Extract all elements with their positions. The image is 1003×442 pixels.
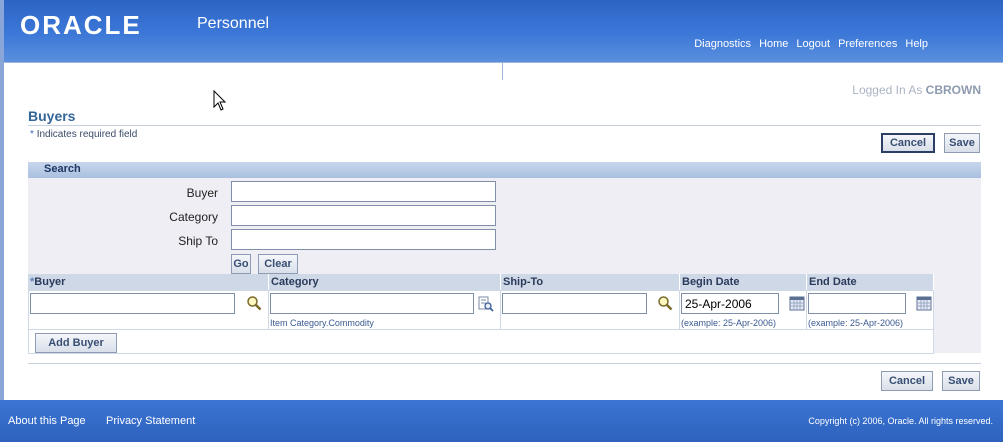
column-header-shipto: Ship-To	[501, 274, 680, 290]
required-star-icon: *	[30, 129, 34, 140]
app-title: Personnel	[197, 15, 270, 32]
copyright-text: Copyright (c) 2006, Oracle. All rights r…	[808, 416, 993, 426]
column-header-buyer: *Buyer	[28, 274, 269, 290]
clear-button[interactable]: Clear	[258, 254, 298, 274]
search-header: Search	[28, 162, 981, 178]
header-separator	[502, 62, 503, 80]
page-footer: About this Page Privacy Statement Copyri…	[0, 400, 1003, 442]
cancel-button-top[interactable]: Cancel	[881, 133, 935, 153]
column-header-begin-date: Begin Date	[680, 274, 807, 290]
end-date-hint: (example: 25-Apr-2006)	[808, 318, 904, 328]
cell-divider	[679, 290, 680, 330]
logged-in-status: Logged In As CBROWN	[852, 83, 981, 97]
buyer-row-input[interactable]	[30, 293, 235, 314]
search-heading: Search	[44, 163, 81, 175]
oracle-logo: ORACLE	[20, 10, 142, 40]
save-button-bottom[interactable]: Save	[942, 371, 980, 391]
buyer-search-icon[interactable]	[246, 295, 262, 311]
logged-in-label: Logged In As	[852, 83, 923, 97]
shipto-row-input[interactable]	[502, 293, 647, 314]
buyer-search-input[interactable]	[231, 181, 496, 202]
calendar-icon[interactable]	[916, 296, 932, 311]
page-title: Buyers	[28, 108, 76, 124]
link-help[interactable]: Help	[905, 38, 928, 50]
branding-header: ORACLE Personnel Diagnostics Home Logout…	[0, 0, 1003, 62]
shipto-search-label: Ship To	[178, 234, 218, 248]
category-search-input[interactable]	[231, 205, 496, 226]
link-home[interactable]: Home	[759, 38, 788, 50]
link-logout[interactable]: Logout	[796, 38, 830, 50]
begin-date-hint: (example: 25-Apr-2006)	[681, 318, 777, 328]
buyer-search-label: Buyer	[186, 186, 218, 200]
table-footer	[28, 330, 934, 354]
cancel-button-bottom[interactable]: Cancel	[881, 371, 933, 391]
category-hint: Item Category.Commodity	[270, 318, 374, 328]
column-header-end-date: End Date	[807, 274, 934, 290]
list-search-icon[interactable]	[478, 296, 494, 312]
logged-in-user: CBROWN	[925, 83, 981, 97]
category-search-label: Category	[169, 210, 218, 224]
title-divider	[28, 125, 981, 126]
begin-date-input[interactable]	[681, 293, 779, 314]
column-header-category: Category	[269, 274, 501, 290]
shipto-search-icon[interactable]	[657, 295, 673, 311]
privacy-statement-link[interactable]: Privacy Statement	[106, 415, 195, 427]
save-button-top[interactable]: Save	[944, 133, 980, 153]
required-note-text: Indicates required field	[36, 129, 138, 140]
link-diagnostics[interactable]: Diagnostics	[694, 38, 751, 50]
category-row-input[interactable]	[270, 293, 474, 314]
add-buyer-button[interactable]: Add Buyer	[35, 333, 117, 353]
calendar-icon[interactable]	[789, 296, 805, 311]
mouse-cursor-icon	[213, 90, 227, 111]
bottom-divider	[28, 363, 981, 364]
column-buyer-label: Buyer	[34, 276, 66, 288]
global-links: Diagnostics Home Logout Preferences Help	[694, 38, 928, 50]
shipto-search-input[interactable]	[231, 229, 496, 250]
link-preferences[interactable]: Preferences	[838, 38, 897, 50]
cell-divider	[806, 290, 807, 330]
cell-divider	[500, 290, 501, 330]
end-date-input[interactable]	[808, 293, 906, 314]
required-field-note: * Indicates required field	[30, 129, 137, 140]
go-button[interactable]: Go	[231, 254, 251, 274]
left-border	[0, 62, 4, 400]
about-page-link[interactable]: About this Page	[8, 415, 86, 427]
cell-divider	[268, 290, 269, 330]
